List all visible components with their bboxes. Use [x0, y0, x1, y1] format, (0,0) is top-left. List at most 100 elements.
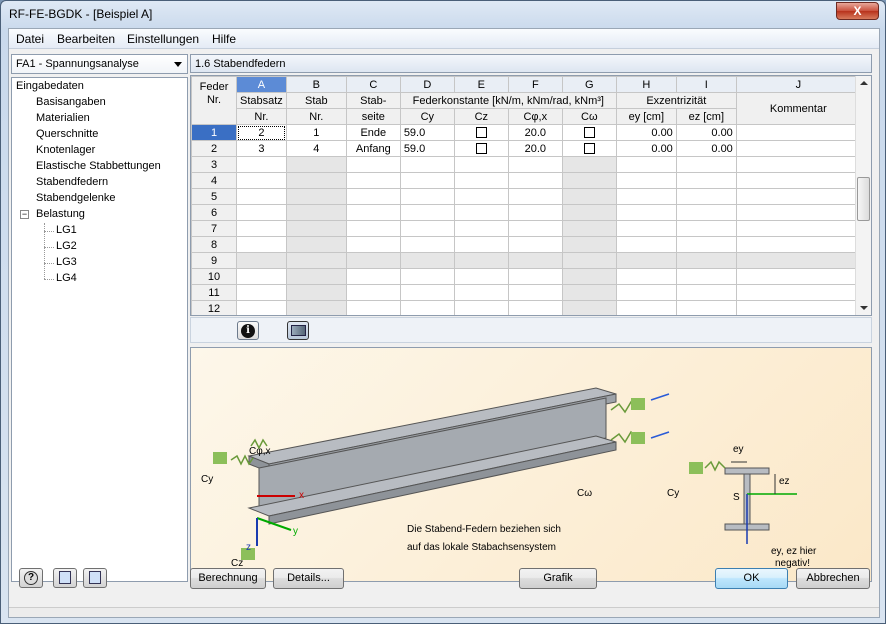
cell-cw[interactable]	[561, 140, 617, 157]
cell-ez[interactable]: 0.00	[675, 124, 737, 141]
cell-cy[interactable]: 59.0	[399, 124, 455, 141]
tree-item-lg3[interactable]: LG3	[56, 256, 77, 268]
analysis-case-value: FA1 - Spannungsanalyse	[16, 58, 139, 70]
cell-cw[interactable]	[561, 124, 617, 141]
vertical-scrollbar[interactable]	[855, 76, 871, 315]
col-letter-a[interactable]: A	[236, 76, 287, 93]
row-number[interactable]: 11	[191, 284, 237, 301]
row-number[interactable]: 10	[191, 268, 237, 285]
cell-cy[interactable]: 59.0	[399, 140, 455, 157]
table-row: 7	[191, 220, 861, 237]
cell-stabseite[interactable]: Anfang	[345, 140, 401, 157]
tree-item-lg1[interactable]: LG1	[56, 224, 77, 236]
export-button[interactable]	[83, 568, 107, 588]
rowhdr-line1: Feder	[199, 81, 229, 93]
row-number[interactable]: 9	[191, 252, 237, 269]
col-letter-h[interactable]: H	[615, 76, 677, 93]
hdr-stabsatz-nr: Nr.	[236, 108, 287, 125]
cell-cphi[interactable]: 20.0	[507, 140, 563, 157]
scroll-up-icon[interactable]	[860, 81, 868, 85]
tree-item-stabendgelenke[interactable]: Stabendgelenke	[36, 192, 116, 204]
grafik-button[interactable]: Grafik	[519, 568, 597, 589]
hdr-stabsatz: Stabsatz	[236, 92, 287, 109]
analysis-case-select[interactable]: FA1 - Spannungsanalyse	[11, 54, 188, 74]
spring-support-end	[631, 398, 645, 410]
row-number[interactable]: 2	[191, 140, 237, 157]
col-letter-g[interactable]: G	[561, 76, 617, 93]
tree-connector	[44, 247, 54, 248]
abbrechen-button[interactable]: Abbrechen	[796, 568, 870, 589]
main-window: RF-FE-BGDK - [Beispiel A] X Datei Bearbe…	[0, 0, 886, 624]
details-button[interactable]: Details...	[273, 568, 344, 589]
col-letter-d[interactable]: D	[399, 76, 455, 93]
tree-item-knotenlager[interactable]: Knotenlager	[36, 144, 95, 156]
row-number[interactable]: 6	[191, 204, 237, 221]
checkbox[interactable]	[475, 127, 487, 139]
row-number[interactable]: 8	[191, 236, 237, 253]
cell-cz[interactable]	[453, 140, 509, 157]
col-letter-j[interactable]: J	[735, 76, 861, 93]
col-letter-c[interactable]: C	[345, 76, 401, 93]
row-number[interactable]: 4	[191, 172, 237, 189]
menu-hilfe[interactable]: Hilfe	[212, 32, 236, 46]
checkbox[interactable]	[583, 127, 595, 139]
info-button[interactable]: i	[237, 321, 259, 340]
hdr-exzentrizitaet: Exzentrizität	[615, 92, 737, 109]
cell-stabsatz[interactable]: 3	[236, 140, 287, 157]
cell-ey[interactable]: 0.00	[615, 124, 677, 141]
cell-kommentar[interactable]	[735, 140, 861, 157]
table-row: 11	[191, 284, 861, 301]
scroll-thumb[interactable]	[857, 177, 870, 221]
close-button[interactable]: X	[836, 2, 879, 20]
hdr-federkonstante: Federkonstante [kN/m, kNm/rad, kNm³]	[399, 92, 617, 109]
berechnung-button[interactable]: Berechnung	[190, 568, 266, 589]
collapse-toggle-icon[interactable]: −	[20, 210, 29, 219]
cell-ey[interactable]: 0.00	[615, 140, 677, 157]
row-number[interactable]: 5	[191, 188, 237, 205]
menu-bearbeiten[interactable]: Bearbeiten	[57, 32, 115, 46]
chevron-down-icon[interactable]	[174, 62, 182, 67]
label-y: y	[293, 526, 298, 537]
illustration-panel: Cφ,x Cy Cz Cω x y z Die Stabend-Federn b…	[190, 347, 872, 582]
table-row: 5	[191, 188, 861, 205]
menu-einstellungen[interactable]: Einstellungen	[127, 32, 199, 46]
checkbox[interactable]	[583, 143, 595, 155]
cell-stab[interactable]: 1	[285, 124, 347, 141]
cell-stabseite[interactable]: Ende	[345, 124, 401, 141]
scroll-down-icon[interactable]	[860, 306, 868, 310]
row-number[interactable]: 1	[191, 124, 237, 141]
tree-item-belastung[interactable]: Belastung	[36, 208, 85, 220]
section-spring-support	[689, 462, 703, 474]
tree-root[interactable]: Eingabedaten	[16, 80, 84, 92]
tree-item-lg2[interactable]: LG2	[56, 240, 77, 252]
navigator-tree: Eingabedaten Basisangaben Materialien Qu…	[11, 77, 188, 582]
col-letter-e[interactable]: E	[453, 76, 509, 93]
col-letter-i[interactable]: I	[675, 76, 737, 93]
help-icon: ?	[24, 571, 38, 585]
table-row: 12	[191, 300, 861, 315]
hdr-stabseite: Stab-	[345, 92, 401, 109]
tree-item-materialien[interactable]: Materialien	[36, 112, 90, 124]
col-letter-b[interactable]: B	[285, 76, 347, 93]
cell-cz[interactable]	[453, 124, 509, 141]
cell-ez[interactable]: 0.00	[675, 140, 737, 157]
tree-item-stabendfedern[interactable]: Stabendfedern	[36, 176, 108, 188]
import-button[interactable]	[53, 568, 77, 588]
menu-datei[interactable]: Datei	[16, 32, 44, 46]
cell-kommentar[interactable]	[735, 124, 861, 141]
cell-stab[interactable]: 4	[285, 140, 347, 157]
row-number[interactable]: 3	[191, 156, 237, 173]
cell-cphi[interactable]: 20.0	[507, 124, 563, 141]
checkbox[interactable]	[475, 143, 487, 155]
row-number[interactable]: 12	[191, 300, 237, 315]
tree-item-querschnitte[interactable]: Querschnitte	[36, 128, 98, 140]
row-number[interactable]: 7	[191, 220, 237, 237]
ok-button[interactable]: OK	[715, 568, 788, 589]
col-letter-f[interactable]: F	[507, 76, 563, 93]
tree-item-lg4[interactable]: LG4	[56, 272, 77, 284]
tree-item-basisangaben[interactable]: Basisangaben	[36, 96, 106, 108]
tree-item-stabbettungen[interactable]: Elastische Stabbettungen	[36, 160, 161, 172]
graphic-toggle-button[interactable]	[287, 321, 309, 340]
help-button[interactable]: ?	[19, 568, 43, 588]
cell-stabsatz[interactable]: 2	[236, 124, 287, 141]
